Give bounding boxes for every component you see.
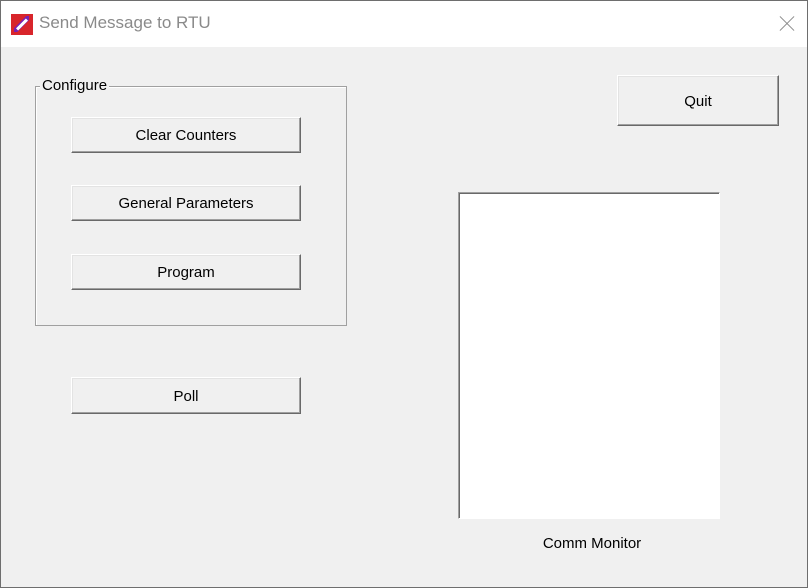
- clear-counters-button-label: Clear Counters: [135, 127, 237, 144]
- general-parameters-button[interactable]: General Parameters: [71, 185, 301, 221]
- configure-group-label: Configure: [40, 77, 110, 94]
- close-icon[interactable]: [761, 1, 807, 47]
- title-bar[interactable]: Send Message to RTU: [1, 1, 807, 47]
- program-button-label: Program: [157, 264, 215, 281]
- rtu-app-icon: [11, 14, 33, 35]
- quit-button-label: Quit: [684, 93, 712, 110]
- quit-button[interactable]: Quit: [617, 75, 779, 126]
- window-title: Send Message to RTU: [39, 13, 211, 32]
- general-parameters-button-label: General Parameters: [118, 195, 254, 212]
- clear-counters-button[interactable]: Clear Counters: [71, 117, 301, 153]
- program-button[interactable]: Program: [71, 254, 301, 290]
- comm-monitor-label: Comm Monitor: [542, 535, 642, 552]
- poll-button-label: Poll: [173, 388, 199, 405]
- poll-button[interactable]: Poll: [71, 377, 301, 414]
- comm-monitor-box[interactable]: [458, 192, 720, 519]
